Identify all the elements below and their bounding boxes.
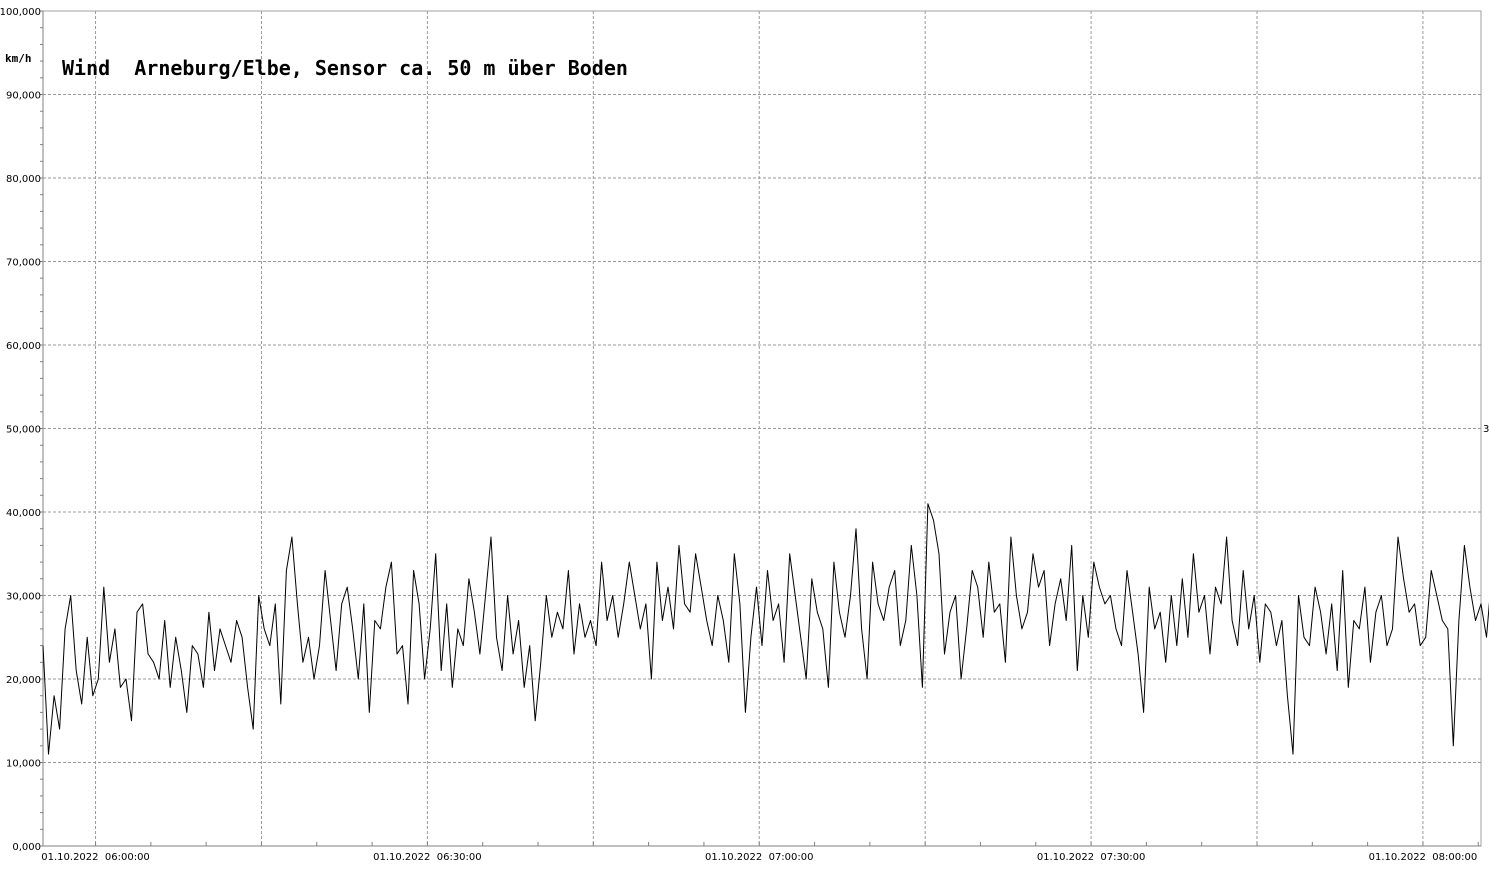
x-tick-label: 01.10.2022 07:00:00 [705, 852, 814, 863]
y-tick-label: 40,000 [6, 508, 41, 519]
chart-canvas: 0,000 10,000 20,000 30,000 40,000 50,000 60,00… [0, 0, 1489, 868]
x-tick-label: 01.10.2022 06:00:00 [41, 852, 150, 863]
y-tick-label: 100,000 [0, 7, 41, 18]
y-tick-label: 50,000 [6, 425, 41, 436]
x-tick-label: 01.10.2022 08:00:00 [1369, 852, 1478, 863]
y-tick-label: 10,000 [6, 759, 41, 770]
x-tick-label: 01.10.2022 07:30:00 [1037, 852, 1146, 863]
y-tick-label: 60,000 [6, 341, 41, 352]
y-tick-label: 80,000 [6, 174, 41, 185]
y-tick-label: 20,000 [6, 675, 41, 686]
x-tick-label: 01.10.2022 06:30:00 [373, 852, 482, 863]
y-tick-label: 0,000 [12, 842, 41, 853]
right-edge-label: 3 [1483, 424, 1489, 435]
y-axis-unit-label: km/h [5, 52, 32, 65]
y-tick-label: 30,000 [6, 592, 41, 603]
y-tick-label: 90,000 [6, 91, 41, 102]
wind-speed-chart: 0,000 10,000 20,000 30,000 40,000 50,000 60,00… [0, 0, 1489, 868]
chart-title: Wind Arneburg/Elbe, Sensor ca. 50 m über… [62, 56, 628, 80]
y-tick-label: 70,000 [6, 258, 41, 269]
